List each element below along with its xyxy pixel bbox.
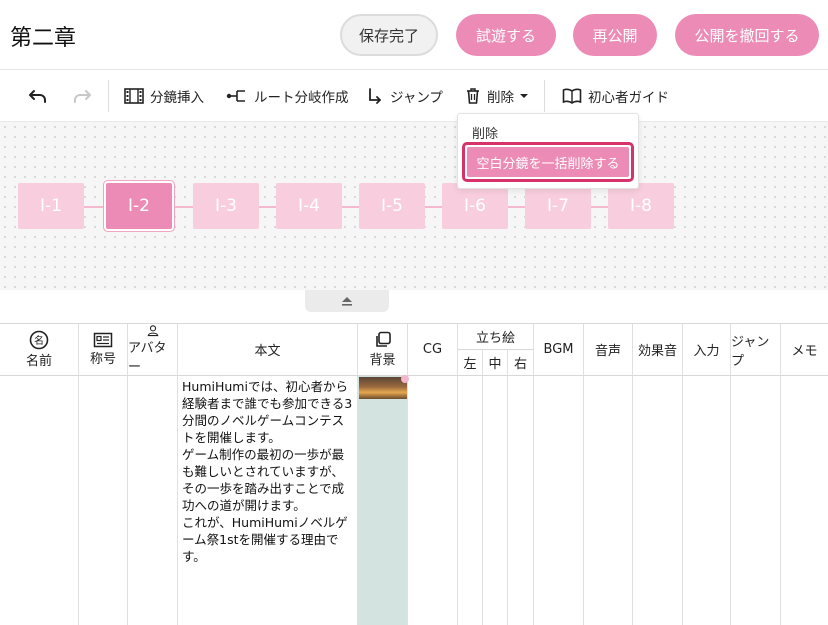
top-bar: 第二章 保存完了 試遊する 再公開 公開を撤回する [0, 0, 828, 70]
delete-menu-item[interactable]: 削除 [472, 123, 498, 142]
redo-icon [74, 90, 91, 103]
cell-bgm[interactable] [534, 376, 584, 625]
trash-icon [467, 88, 479, 104]
svg-text:名: 名 [34, 334, 44, 347]
republish-button[interactable]: 再公開 [573, 14, 657, 56]
canvas-collapse-strip [0, 290, 828, 323]
column-header-voice: 音声 [584, 324, 633, 376]
column-header-center: 中 [483, 350, 508, 376]
person-icon [147, 325, 158, 337]
insert-panel-button[interactable]: 分鏡挿入 [124, 84, 204, 108]
cell-standing-center[interactable] [483, 376, 508, 625]
panel-node[interactable]: I-3 [193, 183, 259, 229]
bulk-delete-empty-panels-item[interactable]: 空白分鏡を一括削除する [467, 147, 629, 177]
column-label: 本文 [254, 344, 281, 359]
column-label: 名前 [25, 354, 52, 369]
column-header-name: 名 名前 [0, 324, 79, 376]
name-badge-icon: 名 [29, 330, 49, 350]
cell-standing-left[interactable] [458, 376, 483, 625]
beginner-guide-button[interactable]: 初心者ガイド [562, 84, 669, 108]
column-header-body: 本文 [178, 324, 358, 376]
script-grid: 名 名前 称号 アバター 本文 背景 CG 立ち絵 左 中 右 BGM 音声 効… [0, 323, 828, 625]
editor-toolbar: 分鏡挿入 ルート分岐作成 ジャンプ 削除 初心者ガイド [0, 70, 828, 122]
body-text-content[interactable]: HumiHumiでは、初心者から経験者まで誰でも参加できる3分間のノベルゲームコ… [182, 378, 354, 565]
column-header-memo: メモ [781, 324, 828, 376]
delete-dropdown-menu: 削除 空白分鏡を一括削除する [457, 113, 639, 189]
column-header-sfx: 効果音 [633, 324, 683, 376]
insert-panel-label: 分鏡挿入 [150, 90, 204, 106]
column-label: 立ち絵 [475, 331, 515, 346]
saved-status-button[interactable]: 保存完了 [340, 14, 438, 56]
book-icon [562, 88, 582, 104]
column-label: 称号 [89, 352, 116, 367]
column-label: アバター [128, 341, 167, 375]
panel-node[interactable]: I-4 [276, 183, 342, 229]
panel-node-active[interactable]: I-2 [106, 183, 172, 229]
column-label: ジャンプ [731, 334, 770, 369]
branch-icon [226, 90, 245, 102]
column-label: 背景 [369, 353, 396, 368]
cell-background[interactable] [358, 376, 408, 625]
cell-input[interactable] [683, 376, 731, 625]
column-label: 効果音 [637, 344, 677, 359]
cell-standing-right[interactable] [508, 376, 534, 625]
caret-down-icon [520, 94, 528, 98]
cell-memo[interactable] [781, 376, 828, 625]
column-label: BGM [543, 342, 574, 357]
column-header-input: 入力 [683, 324, 731, 376]
jump-label: ジャンプ [390, 90, 443, 106]
column-header-background: 背景 [358, 324, 408, 376]
redo-button[interactable] [72, 84, 98, 108]
id-card-icon [93, 332, 113, 348]
unpublish-button[interactable]: 公開を撤回する [675, 14, 819, 56]
toolbar-divider [544, 80, 545, 112]
copy-layers-icon [375, 331, 391, 347]
background-thumbnail[interactable] [359, 375, 409, 399]
undo-button[interactable] [28, 84, 54, 108]
column-header-avatar: アバター [128, 324, 178, 376]
create-branch-label: ルート分岐作成 [254, 90, 349, 106]
column-label: 中 [488, 357, 502, 372]
cell-jump[interactable] [731, 376, 781, 625]
delete-dropdown-button[interactable]: 削除 [465, 84, 536, 108]
cell-title[interactable] [79, 376, 128, 625]
film-strip-icon [124, 88, 144, 104]
panel-node[interactable]: I-8 [608, 183, 674, 229]
beginner-guide-label: 初心者ガイド [588, 90, 669, 106]
jump-button[interactable]: ジャンプ [366, 84, 443, 108]
panel-node[interactable]: I-7 [525, 183, 591, 229]
panel-node[interactable]: I-1 [18, 183, 84, 229]
toolbar-divider [108, 80, 109, 112]
column-label: 音声 [594, 344, 621, 359]
cell-avatar[interactable] [128, 376, 178, 625]
column-header-title: 称号 [79, 324, 128, 376]
column-header-left: 左 [458, 350, 483, 376]
bulk-delete-highlight: 空白分鏡を一括削除する [462, 142, 634, 182]
create-branch-button[interactable]: ルート分岐作成 [226, 84, 349, 108]
flow-canvas[interactable]: I-1 I-2 I-3 I-4 I-5 I-6 I-7 I-8 削除 空白分鏡を… [0, 113, 828, 290]
column-header-standing: 立ち絵 [458, 324, 534, 350]
column-header-jump: ジャンプ [731, 324, 781, 376]
column-label: CG [422, 342, 443, 357]
panel-node[interactable]: I-5 [359, 183, 425, 229]
cell-name[interactable] [0, 376, 79, 625]
column-label: メモ [791, 344, 818, 359]
play-button[interactable]: 試遊する [456, 14, 556, 56]
column-label: 入力 [693, 344, 720, 359]
page-title: 第二章 [10, 26, 77, 51]
undo-icon [29, 90, 46, 103]
column-header-bgm: BGM [534, 324, 584, 376]
column-header-right: 右 [508, 350, 534, 376]
column-label: 左 [463, 357, 477, 372]
column-label: 右 [513, 357, 527, 372]
column-header-cg: CG [408, 324, 458, 376]
eject-up-icon [342, 297, 352, 306]
cell-sfx[interactable] [633, 376, 683, 625]
collapse-canvas-button[interactable] [305, 290, 389, 312]
panel-node[interactable]: I-6 [442, 183, 508, 229]
delete-label: 削除 [487, 90, 514, 106]
cell-cg[interactable] [408, 376, 458, 625]
cell-voice[interactable] [584, 376, 633, 625]
jump-arrow-icon [369, 88, 381, 104]
